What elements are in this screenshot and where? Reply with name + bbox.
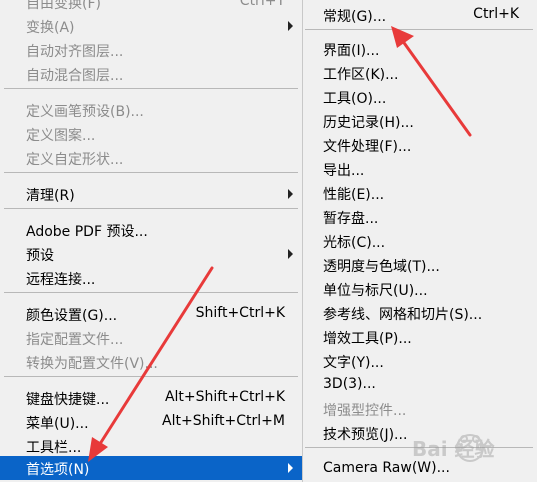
preferences-item-label: 界面(I)... — [323, 43, 380, 59]
preferences-item-label: 透明度与色域(T)... — [323, 259, 440, 275]
preferences-submenu: 常规(G)... Ctrl+K 界面(I)... 工作区(K)... 工具(O)... 历… — [302, 0, 537, 482]
edit-menu-item-9[interactable]: Adobe PDF 预设... — [0, 218, 302, 242]
watermark-text: Bai 经验 — [412, 437, 495, 461]
edit-menu-item-shortcut: Ctrl+T — [239, 0, 285, 9]
submenu-arrow-icon — [288, 249, 293, 259]
edit-menu-item-label: 颜色设置(G)... — [26, 308, 118, 324]
submenu-arrow-icon — [288, 21, 293, 31]
preferences-item-8[interactable]: 性能(E)... — [303, 181, 537, 205]
preferences-item-9[interactable]: 暂存盘... — [303, 205, 537, 229]
preferences-item-2[interactable]: 界面(I)... — [303, 37, 537, 61]
edit-menu-item-6: 定义图案... — [0, 122, 302, 146]
edit-menu-item-13: 指定配置文件... — [0, 326, 302, 350]
edit-menu-item-label: 预设 — [26, 248, 54, 264]
preferences-item-1[interactable]: 常规(G)... Ctrl+K — [303, 3, 537, 27]
edit-menu-item-12[interactable]: 颜色设置(G)... Shift+Ctrl+K — [0, 302, 302, 326]
preferences-item-label: 性能(E)... — [323, 187, 385, 203]
menu-separator — [4, 208, 298, 209]
edit-menu-item-16[interactable]: 菜单(U)... Alt+Shift+Ctrl+M — [0, 410, 302, 434]
preferences-item-10[interactable]: 光标(C)... — [303, 229, 537, 253]
edit-menu-item-7: 定义自定形状... — [0, 146, 302, 170]
preferences-item-label: 历史记录(H)... — [323, 115, 414, 131]
edit-menu-item-18[interactable]: 首选项(N) — [0, 456, 302, 480]
edit-menu-item-1: 自由变换(F) Ctrl+T — [0, 0, 302, 14]
preferences-item-15[interactable]: 文字(Y)... — [303, 349, 537, 373]
submenu-arrow-icon — [288, 189, 293, 199]
preferences-item-12[interactable]: 单位与标尺(U)... — [303, 277, 537, 301]
edit-menu-item-shortcut: Alt+Shift+Ctrl+K — [164, 389, 285, 405]
preferences-item-7[interactable]: 导出... — [303, 157, 537, 181]
edit-menu-item-label: 指定配置文件... — [26, 332, 124, 348]
preferences-item-13[interactable]: 参考线、网格和切片(S)... — [303, 301, 537, 325]
preferences-item-4[interactable]: 工具(O)... — [303, 85, 537, 109]
preferences-item-label: 工具(O)... — [323, 91, 387, 107]
edit-menu-item-label: 转换为配置文件(V)... — [26, 356, 158, 372]
preferences-item-label: 文字(Y)... — [323, 355, 384, 371]
preferences-item-17: 增强型控件... — [303, 397, 537, 421]
menu-separator — [4, 172, 298, 173]
preferences-item-5[interactable]: 历史记录(H)... — [303, 109, 537, 133]
edit-menu: 自由变换(F) Ctrl+T 变换(A) 自动对齐图层... 自动混合图层... 定义画笔… — [0, 0, 303, 482]
preferences-item-label: 文件处理(F)... — [323, 139, 412, 155]
preferences-item-label: 单位与标尺(U)... — [323, 283, 428, 299]
edit-menu-item-shortcut: Shift+Ctrl+K — [195, 305, 285, 321]
edit-menu-item-2: 变换(A) — [0, 14, 302, 38]
preferences-item-shortcut: Ctrl+K — [473, 6, 519, 22]
edit-menu-item-15[interactable]: 键盘快捷键... Alt+Shift+Ctrl+K — [0, 386, 302, 410]
edit-menu-item-label: 定义自定形状... — [26, 152, 124, 168]
edit-menu-item-4: 自动混合图层... — [0, 62, 302, 86]
preferences-item-label: 增效工具(P)... — [323, 331, 412, 347]
edit-menu-item-label: 键盘快捷键... — [26, 392, 110, 408]
preferences-item-16[interactable]: 3D(3)... — [303, 373, 537, 397]
preferences-item-label: 技术预览(J)... — [323, 427, 408, 443]
edit-menu-item-label: 工具栏... — [26, 440, 82, 456]
preferences-item-11[interactable]: 透明度与色域(T)... — [303, 253, 537, 277]
edit-menu-item-label: 变换(A) — [26, 20, 75, 36]
edit-menu-item-label: 清理(R) — [26, 188, 75, 204]
baidu-jingyan-watermark: Bai 经验 — [408, 426, 533, 470]
preferences-item-label: 工作区(K)... — [323, 67, 399, 83]
preferences-item-label: 暂存盘... — [323, 211, 379, 227]
edit-menu-item-8[interactable]: 清理(R) — [0, 182, 302, 206]
edit-menu-item-shortcut: Alt+Shift+Ctrl+M — [162, 413, 285, 429]
edit-menu-item-3: 自动对齐图层... — [0, 38, 302, 62]
edit-menu-item-label: 自动对齐图层... — [26, 44, 124, 60]
menu-separator — [4, 292, 298, 293]
menu-separator — [4, 376, 298, 377]
edit-menu-item-17[interactable]: 工具栏... — [0, 434, 302, 458]
menu-separator — [305, 29, 533, 30]
edit-menu-item-label: 定义图案... — [26, 128, 96, 144]
preferences-item-14[interactable]: 增效工具(P)... — [303, 325, 537, 349]
edit-menu-item-label: 首选项(N) — [26, 462, 90, 478]
edit-menu-item-5: 定义画笔预设(B)... — [0, 98, 302, 122]
preferences-item-label: 常规(G)... — [323, 9, 387, 25]
edit-menu-item-11[interactable]: 远程连接... — [0, 266, 302, 290]
preferences-item-label: 参考线、网格和切片(S)... — [323, 307, 483, 323]
edit-menu-item-label: 自由变换(F) — [26, 0, 101, 12]
edit-menu-item-label: 菜单(U)... — [26, 416, 89, 432]
edit-menu-item-label: 远程连接... — [26, 272, 96, 288]
preferences-item-label: 导出... — [323, 163, 365, 179]
preferences-item-label: 光标(C)... — [323, 235, 386, 251]
preferences-item-label: 增强型控件... — [323, 403, 407, 419]
preferences-item-6[interactable]: 文件处理(F)... — [303, 133, 537, 157]
menu-separator — [4, 88, 298, 89]
edit-menu-item-label: Adobe PDF 预设... — [26, 224, 148, 240]
edit-menu-item-10[interactable]: 预设 — [0, 242, 302, 266]
submenu-arrow-icon — [288, 463, 293, 473]
edit-menu-item-label: 自动混合图层... — [26, 68, 124, 84]
preferences-item-label: 3D(3)... — [323, 376, 376, 392]
preferences-item-3[interactable]: 工作区(K)... — [303, 61, 537, 85]
edit-menu-item-14: 转换为配置文件(V)... — [0, 350, 302, 374]
edit-menu-item-label: 定义画笔预设(B)... — [26, 104, 144, 120]
